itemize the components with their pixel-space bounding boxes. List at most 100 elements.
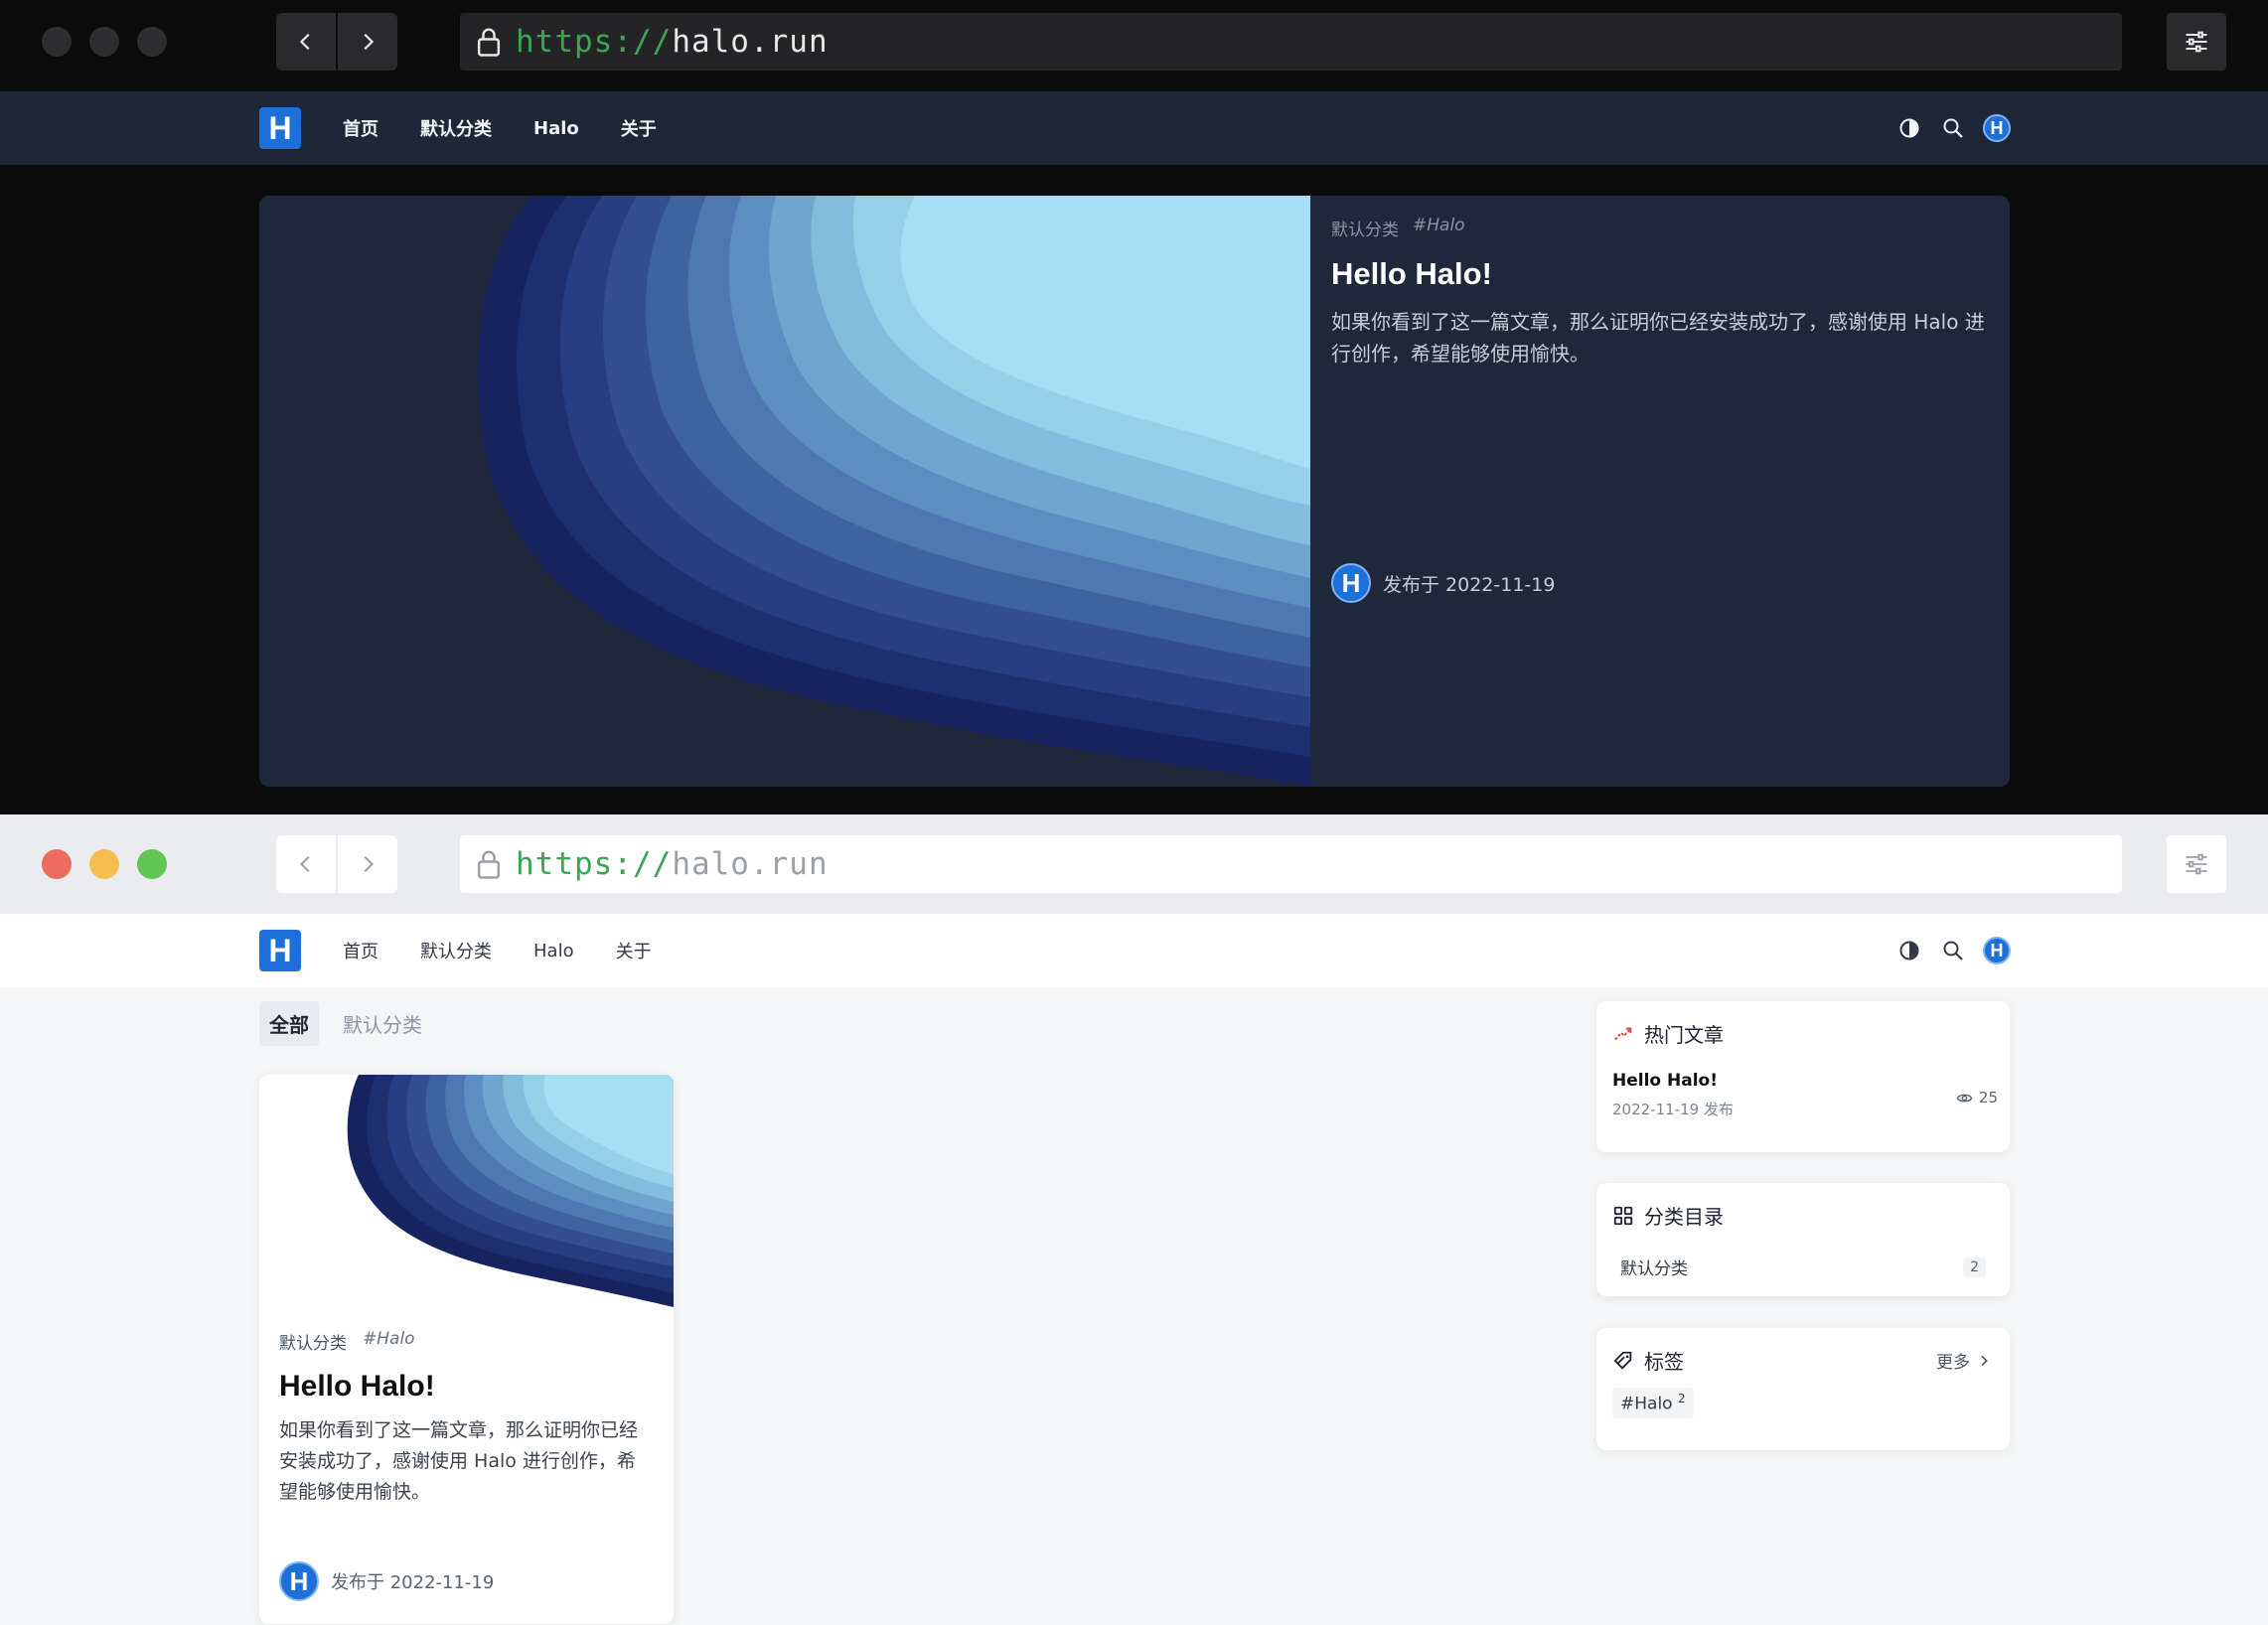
browser-toolbar: https://halo.run xyxy=(0,814,2268,914)
address-bar[interactable]: https://halo.run xyxy=(460,835,2122,893)
maximize-window-button[interactable] xyxy=(137,849,167,879)
post-author-row: H 发布于 2022-11-19 xyxy=(279,1561,494,1601)
wave-cover-image xyxy=(259,196,1310,787)
chevron-right-icon xyxy=(1981,1355,1988,1366)
url-text: https://halo.run xyxy=(516,24,829,60)
search-icon xyxy=(1943,118,1963,138)
post-meta: 默认分类 #Halo xyxy=(1331,216,1997,240)
featured-post-card[interactable]: 默认分类 #Halo Hello Halo! 如果你看到了这一篇文章，那么证明你… xyxy=(259,196,2010,787)
more-tags-label: 更多 xyxy=(1936,1353,1970,1373)
browser-toolbar: https://halo.run xyxy=(0,0,2268,91)
close-window-button[interactable] xyxy=(42,849,72,879)
post-category-link[interactable]: 默认分类 xyxy=(1331,216,1399,240)
post-title[interactable]: Hello Halo! xyxy=(1331,256,1997,292)
post-published-date: 发布于 2022-11-19 xyxy=(1383,573,1556,596)
eye-icon xyxy=(1956,1094,1973,1102)
tag-name: #Halo xyxy=(1620,1394,1673,1414)
contrast-icon xyxy=(1899,118,1919,138)
back-button[interactable] xyxy=(276,835,336,893)
history-nav xyxy=(276,835,397,893)
category-item[interactable]: 默认分类 2 xyxy=(1612,1249,1994,1285)
url-host: halo.run xyxy=(672,846,829,882)
post-category-link[interactable]: 默认分类 xyxy=(279,1329,347,1354)
header-tools: H xyxy=(1895,914,2011,987)
menu-item-halo[interactable]: Halo xyxy=(533,118,579,139)
lock-icon xyxy=(477,28,501,57)
widget-title: 分类目录 xyxy=(1644,1205,1724,1229)
category-tabs: 全部 默认分类 xyxy=(259,1001,432,1046)
view-count-value: 25 xyxy=(1978,1089,1998,1107)
browser-settings-button[interactable] xyxy=(2167,835,2226,893)
post-excerpt: 如果你看到了这一篇文章，那么证明你已经安装成功了，感谢使用 Halo 进行创作，… xyxy=(279,1419,639,1503)
menu-item-home[interactable]: 首页 xyxy=(343,938,378,963)
address-bar[interactable]: https://halo.run xyxy=(460,13,2122,71)
category-count-badge: 2 xyxy=(1963,1256,1986,1277)
author-avatar[interactable]: H xyxy=(279,1561,319,1601)
chevron-left-icon xyxy=(299,33,310,51)
more-tags-link[interactable]: 更多 xyxy=(1936,1348,1992,1373)
site-header: H 首页 默认分类 Halo 关于 H xyxy=(0,914,2268,987)
window-controls xyxy=(42,27,167,57)
categories-widget: 分类目录 默认分类 2 xyxy=(1596,1183,2010,1296)
post-author-row: H 发布于 2022-11-19 xyxy=(1331,563,1555,603)
tags-widget: 标签 更多 #Halo 2 xyxy=(1596,1328,2010,1450)
forward-button[interactable] xyxy=(338,13,397,71)
url-host: halo.run xyxy=(672,24,829,60)
author-avatar[interactable]: H xyxy=(1331,563,1371,603)
featured-post-cover[interactable] xyxy=(259,196,1310,787)
history-nav xyxy=(276,13,397,71)
post-meta: 默认分类 #Halo xyxy=(279,1329,654,1354)
post-tag-link[interactable]: #Halo xyxy=(363,1329,415,1354)
dark-browser-window: https://halo.run H 首页 默认分类 Halo 关于 H 默认分… xyxy=(0,0,2268,814)
tab-default-category[interactable]: 默认分类 xyxy=(333,1001,432,1046)
wave-cover-image xyxy=(259,1075,674,1307)
post-card-body: 默认分类 #Halo Hello Halo! 如果你看到了这一篇文章，那么证明你… xyxy=(259,1307,674,1508)
minimize-window-button[interactable] xyxy=(89,27,119,57)
popular-post-title[interactable]: Hello Halo! xyxy=(1612,1071,1994,1091)
url-text: https://halo.run xyxy=(516,846,829,882)
popular-posts-widget: 热门文章 Hello Halo! 2022-11-19 发布 25 xyxy=(1596,1001,2010,1152)
post-tag-link[interactable]: #Halo xyxy=(1413,216,1465,240)
minimize-window-button[interactable] xyxy=(89,849,119,879)
post-card[interactable]: 默认分类 #Halo Hello Halo! 如果你看到了这一篇文章，那么证明你… xyxy=(259,1075,674,1624)
theme-toggle-button[interactable] xyxy=(1895,937,1923,964)
chevron-right-icon xyxy=(364,855,375,873)
menu-item-halo[interactable]: Halo xyxy=(533,941,574,961)
post-excerpt: 如果你看到了这一篇文章，那么证明你已经安装成功了，感谢使用 Halo 进行创作，… xyxy=(1331,310,1985,366)
trending-icon xyxy=(1614,1026,1632,1040)
post-cover[interactable] xyxy=(259,1075,674,1307)
maximize-window-button[interactable] xyxy=(137,27,167,57)
tag-chip[interactable]: #Halo 2 xyxy=(1612,1388,1694,1418)
menu-item-about[interactable]: 关于 xyxy=(616,938,652,963)
close-window-button[interactable] xyxy=(42,27,72,57)
menu-item-default-category[interactable]: 默认分类 xyxy=(420,938,492,963)
user-avatar: H xyxy=(1983,114,2011,142)
menu-item-home[interactable]: 首页 xyxy=(343,115,378,141)
user-menu-button[interactable]: H xyxy=(1983,937,2011,964)
widget-title: 热门文章 xyxy=(1644,1023,1724,1047)
search-button[interactable] xyxy=(1939,937,1967,964)
url-scheme: https:// xyxy=(516,846,673,882)
sliders-icon xyxy=(2186,31,2207,53)
theme-toggle-button[interactable] xyxy=(1895,114,1923,142)
post-title[interactable]: Hello Halo! xyxy=(279,1370,654,1403)
widget-header: 分类目录 xyxy=(1596,1183,2010,1230)
user-menu-button[interactable]: H xyxy=(1983,114,2011,142)
back-button[interactable] xyxy=(276,13,336,71)
contrast-icon xyxy=(1899,941,1919,960)
search-button[interactable] xyxy=(1939,114,1967,142)
grid-icon xyxy=(1613,1206,1633,1225)
browser-settings-button[interactable] xyxy=(2167,13,2226,71)
category-name: 默认分类 xyxy=(1620,1259,1688,1279)
forward-button[interactable] xyxy=(338,835,397,893)
site-logo[interactable]: H xyxy=(259,930,301,971)
menu-item-about[interactable]: 关于 xyxy=(621,115,657,141)
menu-item-default-category[interactable]: 默认分类 xyxy=(420,115,492,141)
tab-all[interactable]: 全部 xyxy=(259,1001,319,1046)
lock-icon xyxy=(477,850,501,879)
popular-post-item[interactable]: Hello Halo! 2022-11-19 发布 xyxy=(1612,1071,1994,1119)
site-logo[interactable]: H xyxy=(259,107,301,149)
popular-post-date: 2022-11-19 发布 xyxy=(1612,1101,1734,1118)
search-icon xyxy=(1943,941,1963,960)
post-published-date: 发布于 2022-11-19 xyxy=(331,1572,495,1593)
